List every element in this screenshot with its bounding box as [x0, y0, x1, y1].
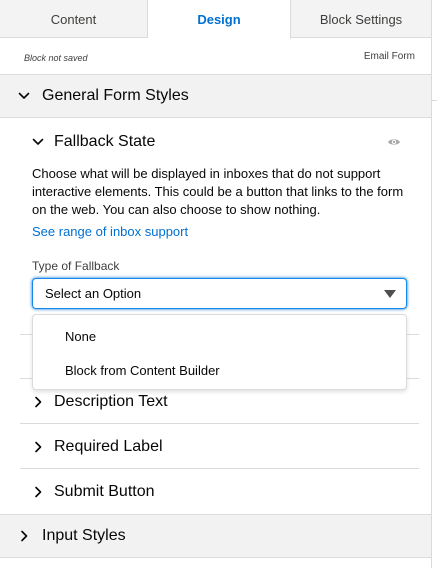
subsection-label: Required Label	[54, 437, 163, 455]
section-input-styles[interactable]: Input Styles	[0, 514, 431, 558]
subsection-fallback-state[interactable]: Fallback State	[20, 120, 419, 164]
chevron-right-icon	[32, 396, 44, 408]
save-status: Block not saved	[24, 53, 88, 63]
divider-stub	[432, 100, 437, 101]
chevron-down-icon	[18, 90, 30, 102]
subsection-label: Description Text	[54, 392, 168, 410]
block-type-label: Email Form	[363, 51, 415, 62]
tab-block-settings[interactable]: Block Settings	[291, 0, 431, 38]
select-value: Select an Option	[45, 286, 142, 301]
status-row: Block not saved Email Form	[0, 39, 431, 75]
panel-divider	[431, 0, 432, 568]
option-block-from-content-builder[interactable]: Block from Content Builder	[33, 353, 406, 387]
section-label: General Form Styles	[42, 87, 189, 104]
fallback-options-dropdown: None Block from Content Builder	[32, 314, 407, 390]
chevron-down-icon	[32, 136, 44, 148]
fallback-type-select[interactable]: Select an Option	[32, 278, 407, 309]
option-none[interactable]: None	[33, 319, 406, 353]
fallback-description: Choose what will be displayed in inboxes…	[32, 166, 404, 217]
section-general-form-styles[interactable]: General Form Styles	[0, 74, 431, 118]
chevron-right-icon	[18, 530, 30, 542]
tab-design[interactable]: Design	[148, 0, 291, 39]
inbox-support-link[interactable]: See range of inbox support	[32, 224, 188, 239]
subsection-label: Fallback State	[54, 133, 156, 150]
tab-bar: Content Design Block Settings	[0, 0, 431, 39]
subsection-submit-button[interactable]: Submit Button	[20, 470, 419, 514]
chevron-right-icon	[32, 441, 44, 453]
chevron-right-icon	[32, 486, 44, 498]
caret-down-icon	[384, 290, 396, 298]
fallback-type-label: Type of Fallback	[32, 259, 120, 273]
tab-content[interactable]: Content	[0, 0, 148, 38]
section-label: Input Styles	[42, 527, 126, 544]
subsection-required-label[interactable]: Required Label	[20, 425, 419, 469]
eye-icon[interactable]	[387, 135, 401, 149]
subsection-label: Submit Button	[54, 483, 155, 500]
